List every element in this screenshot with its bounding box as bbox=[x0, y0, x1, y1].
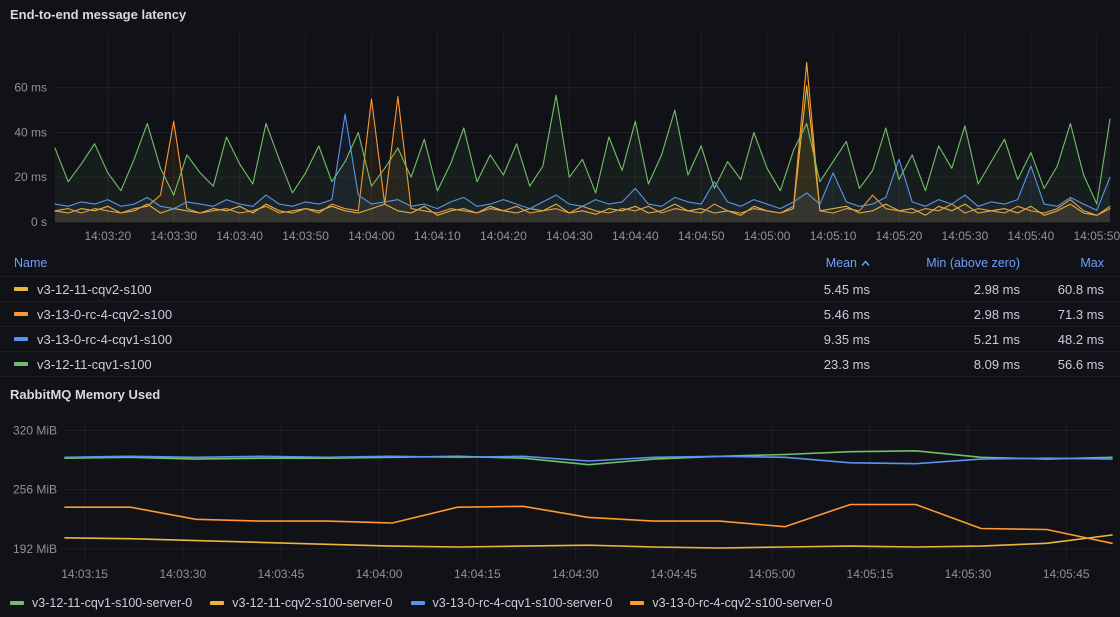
min-value: 2.98 ms bbox=[870, 307, 1020, 322]
x-tick-label: 14:04:00 bbox=[356, 567, 403, 581]
x-tick-label: 14:04:50 bbox=[678, 229, 725, 243]
min-value: 5.21 ms bbox=[870, 332, 1020, 347]
series-line-v3-13-0-rc-4-cqv2-s100-server-0 bbox=[65, 505, 1112, 544]
x-tick-label: 14:03:15 bbox=[61, 567, 108, 581]
sort-ascending-icon bbox=[861, 256, 870, 270]
x-tick-label: 14:03:50 bbox=[282, 229, 329, 243]
legend-item[interactable]: v3-13-0-rc-4-cqv2-s100-server-0 bbox=[630, 596, 832, 610]
series-line-v3-12-11-cqv2-s100-server-0 bbox=[65, 535, 1112, 548]
legend-row: v3-12-11-cqv1-s100 23.3 ms 8.09 ms 56.6 … bbox=[0, 352, 1120, 377]
mean-value: 9.35 ms bbox=[760, 332, 870, 347]
mean-value: 23.3 ms bbox=[760, 357, 870, 372]
x-tick-label: 14:04:40 bbox=[612, 229, 659, 243]
x-tick-label: 14:03:20 bbox=[84, 229, 131, 243]
legend-item[interactable]: v3-12-11-cqv2-s100-server-0 bbox=[210, 596, 392, 610]
x-tick-label: 14:04:15 bbox=[454, 567, 501, 581]
x-tick-label: 14:03:30 bbox=[150, 229, 197, 243]
x-tick-label: 14:05:20 bbox=[876, 229, 923, 243]
legend-header-row: Name Mean Min (above zero) Max bbox=[0, 250, 1120, 277]
y-tick-label: 60 ms bbox=[14, 81, 47, 95]
x-tick-label: 14:03:45 bbox=[258, 567, 305, 581]
series-color-swatch bbox=[630, 601, 644, 605]
series-name: v3-12-11-cqv1-s100-server-0 bbox=[32, 596, 192, 610]
latency-time-series-chart[interactable]: 14:03:20 14:03:30 14:03:40 14:03:50 14:04:00… bbox=[0, 28, 1120, 248]
x-tick-label: 14:03:30 bbox=[159, 567, 206, 581]
series-color-swatch bbox=[14, 337, 28, 341]
series-name: v3-13-0-rc-4-cqv2-s100-server-0 bbox=[652, 596, 832, 610]
y-tick-label: 256 MiB bbox=[13, 483, 57, 497]
series-name: v3-13-0-rc-4-cqv1-s100-server-0 bbox=[433, 596, 613, 610]
series-color-swatch bbox=[411, 601, 425, 605]
series-area bbox=[55, 95, 1110, 222]
min-value: 8.09 ms bbox=[870, 357, 1020, 372]
x-tick-label: 14:05:10 bbox=[810, 229, 857, 243]
panel-title-memory[interactable]: RabbitMQ Memory Used bbox=[10, 387, 160, 402]
x-tick-label: 14:04:20 bbox=[480, 229, 527, 243]
min-value: 2.98 ms bbox=[870, 282, 1020, 297]
series-line-v3-12-11-cqv1-s100-server-0 bbox=[65, 451, 1112, 465]
x-tick-label: 14:05:00 bbox=[748, 567, 795, 581]
x-tick-label: 14:05:40 bbox=[1008, 229, 1055, 243]
max-value: 60.8 ms bbox=[1020, 282, 1104, 297]
series-color-swatch bbox=[14, 287, 28, 291]
memory-legend: v3-12-11-cqv1-s100-server-0 v3-12-11-cqv… bbox=[10, 596, 832, 610]
series-color-swatch bbox=[10, 601, 24, 605]
series-line-v3-13-0-rc-4-cqv1-s100-server-0 bbox=[65, 456, 1112, 463]
legend-item[interactable]: v3-13-0-rc-4-cqv1-s100-server-0 bbox=[411, 596, 613, 610]
mean-value: 5.46 ms bbox=[760, 307, 870, 322]
x-tick-label: 14:05:50 bbox=[1073, 229, 1120, 243]
x-tick-label: 14:05:00 bbox=[744, 229, 791, 243]
x-tick-label: 14:04:30 bbox=[552, 567, 599, 581]
legend-header-min[interactable]: Min (above zero) bbox=[870, 256, 1020, 270]
max-value: 48.2 ms bbox=[1020, 332, 1104, 347]
legend-header-name[interactable]: Name bbox=[14, 256, 760, 270]
series-name[interactable]: v3-12-11-cqv1-s100 bbox=[37, 357, 152, 372]
series-color-swatch bbox=[14, 312, 28, 316]
x-tick-label: 14:05:30 bbox=[945, 567, 992, 581]
series-color-swatch bbox=[210, 601, 224, 605]
y-tick-label: 192 MiB bbox=[13, 542, 57, 556]
x-tick-label: 14:04:45 bbox=[650, 567, 697, 581]
x-tick-label: 14:04:10 bbox=[414, 229, 461, 243]
series-name[interactable]: v3-13-0-rc-4-cqv1-s100 bbox=[37, 332, 172, 347]
x-tick-label: 14:03:40 bbox=[216, 229, 263, 243]
legend-row: v3-13-0-rc-4-cqv1-s100 9.35 ms 5.21 ms 4… bbox=[0, 327, 1120, 352]
max-value: 71.3 ms bbox=[1020, 307, 1104, 322]
x-tick-label: 14:05:15 bbox=[847, 567, 894, 581]
series-name[interactable]: v3-13-0-rc-4-cqv2-s100 bbox=[37, 307, 172, 322]
x-tick-label: 14:04:00 bbox=[348, 229, 395, 243]
panel-title-latency[interactable]: End-to-end message latency bbox=[10, 7, 186, 22]
legend-header-mean[interactable]: Mean bbox=[760, 256, 870, 270]
y-tick-label: 20 ms bbox=[14, 170, 47, 184]
memory-time-series-chart[interactable]: 14:03:15 14:03:30 14:03:45 14:04:00 14:04:15… bbox=[0, 420, 1120, 590]
max-value: 56.6 ms bbox=[1020, 357, 1104, 372]
legend-header-max[interactable]: Max bbox=[1020, 256, 1104, 270]
x-tick-label: 14:05:30 bbox=[942, 229, 989, 243]
latency-legend-table: Name Mean Min (above zero) Max v3-12-11-… bbox=[0, 250, 1120, 377]
legend-row: v3-12-11-cqv2-s100 5.45 ms 2.98 ms 60.8 … bbox=[0, 277, 1120, 302]
series-color-swatch bbox=[14, 362, 28, 366]
x-tick-label: 14:05:45 bbox=[1043, 567, 1090, 581]
legend-item[interactable]: v3-12-11-cqv1-s100-server-0 bbox=[10, 596, 192, 610]
y-tick-label: 0 s bbox=[31, 215, 47, 229]
x-tick-label: 14:04:30 bbox=[546, 229, 593, 243]
series-name[interactable]: v3-12-11-cqv2-s100 bbox=[37, 282, 152, 297]
mean-value: 5.45 ms bbox=[760, 282, 870, 297]
y-tick-label: 320 MiB bbox=[13, 423, 57, 437]
legend-row: v3-13-0-rc-4-cqv2-s100 5.46 ms 2.98 ms 7… bbox=[0, 302, 1120, 327]
y-tick-label: 40 ms bbox=[14, 126, 47, 140]
series-name: v3-12-11-cqv2-s100-server-0 bbox=[232, 596, 392, 610]
